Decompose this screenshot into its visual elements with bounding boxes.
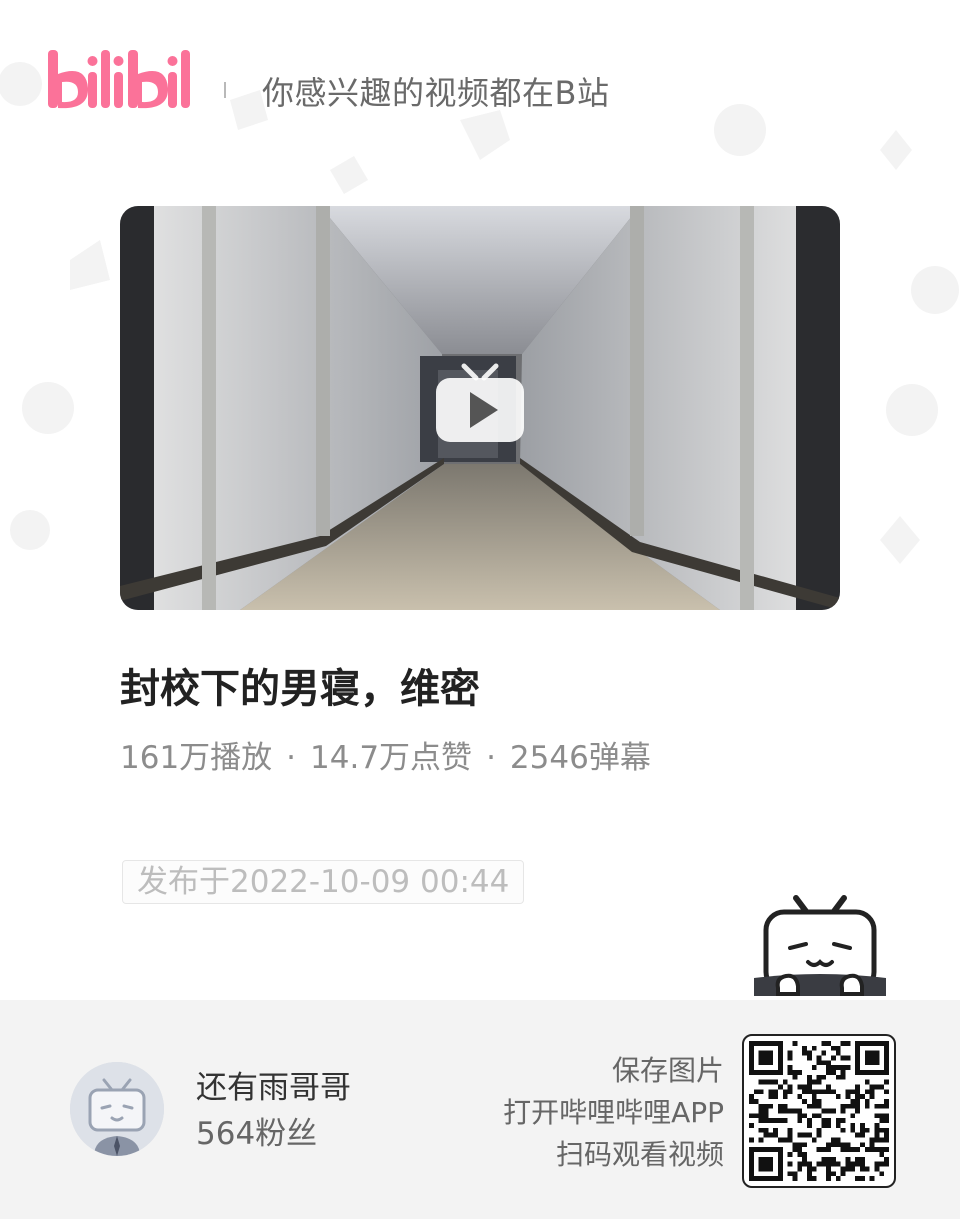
video-stats: 161万播放 · 14.7万点赞 · 2546弹幕 xyxy=(120,732,651,777)
cta-scan-to-watch: 扫码观看视频 xyxy=(555,1138,724,1171)
uploader-name[interactable]: 还有雨哥哥 xyxy=(196,1062,351,1107)
like-count: 14.7万点赞 xyxy=(310,740,473,776)
cta-text: 保存图片 打开哔哩哔哩APP 扫码观看视频 xyxy=(503,1050,724,1176)
header-divider xyxy=(224,82,226,98)
follower-count: 564粉丝 xyxy=(196,1116,318,1152)
bilibili-logo[interactable] xyxy=(44,44,194,114)
header: 你感兴趣的视频都在B站 xyxy=(0,0,960,180)
cta-save-image: 保存图片 xyxy=(611,1054,724,1087)
tv-mascot-icon xyxy=(754,895,886,996)
qr-code[interactable] xyxy=(742,1034,896,1188)
avatar-tv-icon xyxy=(70,1062,164,1156)
stats-separator: · xyxy=(286,740,297,776)
uploader-avatar[interactable] xyxy=(70,1062,164,1156)
qr-code-image xyxy=(749,1041,889,1181)
play-icon[interactable] xyxy=(434,362,526,446)
footer: 还有雨哥哥 564粉丝 保存图片 打开哔哩哔哩APP 扫码观看视频 xyxy=(0,1000,960,1219)
slogan: 你感兴趣的视频都在B站 xyxy=(262,74,610,112)
stats-separator: · xyxy=(486,740,496,776)
video-title[interactable]: 封校下的男寝，维密 xyxy=(120,656,480,714)
danmaku-count: 2546弹幕 xyxy=(509,740,651,776)
publish-date: 发布于2022-10-09 00:44 xyxy=(122,860,525,904)
play-count: 161万播放 xyxy=(120,740,273,776)
cta-open-app: 打开哔哩哔哩APP xyxy=(503,1096,724,1129)
